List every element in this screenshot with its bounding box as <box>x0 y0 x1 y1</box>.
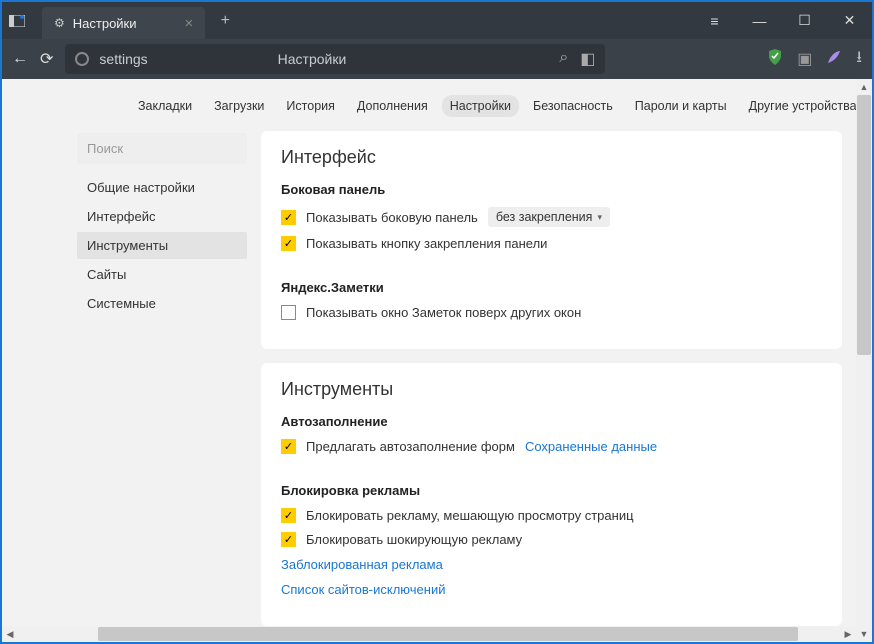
sidepanel-mode-dropdown[interactable]: без закрепления ▾ <box>488 207 610 227</box>
side-panel-label: Боковая панель <box>281 182 822 197</box>
scroll-left-button[interactable]: ◀ <box>2 626 18 642</box>
tab-security[interactable]: Безопасность <box>525 95 621 117</box>
checkbox-notes-ontop[interactable] <box>281 305 296 320</box>
window-maximize-button[interactable]: ☐ <box>782 2 827 39</box>
profile-icon[interactable]: ▣ <box>797 49 812 69</box>
autofill-label: Автозаполнение <box>281 414 822 429</box>
sidebar-item-sites[interactable]: Сайты <box>77 261 247 288</box>
opt-block-shocking: Блокировать шокирующую рекламу <box>306 532 522 547</box>
back-button[interactable]: ← <box>12 50 28 68</box>
opt-show-sidepanel: Показывать боковую панель <box>306 210 478 225</box>
gear-icon: ⚙ <box>54 16 65 30</box>
checkbox-block-ads[interactable]: ✓ <box>281 508 296 523</box>
tab-downloads[interactable]: Загрузки <box>206 95 272 117</box>
card-tools-title: Инструменты <box>281 379 822 400</box>
tab-title: Настройки <box>73 16 137 31</box>
scroll-right-button[interactable]: ▶ <box>840 626 856 642</box>
scroll-up-button[interactable]: ▲ <box>856 79 872 95</box>
new-tab-button[interactable]: + <box>210 12 240 30</box>
opt-show-pin-button: Показывать кнопку закрепления панели <box>306 236 547 251</box>
card-tools: Инструменты Автозаполнение ✓ Предлагать … <box>261 363 842 626</box>
chevron-down-icon: ▾ <box>597 212 602 223</box>
protection-icon[interactable] <box>767 48 783 71</box>
window-minimize-button[interactable]: — <box>737 2 782 39</box>
scroll-down-button[interactable]: ▼ <box>856 626 872 642</box>
settings-search-input[interactable]: Поиск <box>77 133 247 164</box>
browser-tab[interactable]: ⚙ Настройки × <box>42 7 205 39</box>
address-bar[interactable]: settings Настройки ⌕ ◧ <box>65 44 605 74</box>
card-interface-title: Интерфейс <box>281 147 822 168</box>
search-icon[interactable]: ⌕ <box>559 49 568 69</box>
url-text: settings <box>99 51 147 67</box>
sidebar-item-interface[interactable]: Интерфейс <box>77 203 247 230</box>
sidebar-item-tools[interactable]: Инструменты <box>77 232 247 259</box>
settings-tabs-nav: Закладки Загрузки История Дополнения Нас… <box>2 79 872 131</box>
tab-settings[interactable]: Настройки <box>442 95 519 117</box>
opt-notes-ontop: Показывать окно Заметок поверх других ок… <box>306 305 581 320</box>
horizontal-scrollbar[interactable]: ◀ ▶ <box>2 626 856 642</box>
tab-devices[interactable]: Другие устройства <box>741 95 865 117</box>
scroll-v-thumb[interactable] <box>857 95 871 355</box>
sidebar-item-general[interactable]: Общие настройки <box>77 174 247 201</box>
checkbox-autofill-forms[interactable]: ✓ <box>281 439 296 454</box>
page-title-in-bar: Настройки <box>278 51 347 67</box>
tab-passwords[interactable]: Пароли и карты <box>627 95 735 117</box>
dropdown-value: без закрепления <box>496 210 593 224</box>
vertical-scrollbar[interactable]: ▲ ▼ <box>856 79 872 642</box>
checkbox-block-shocking[interactable]: ✓ <box>281 532 296 547</box>
window-titlebar: ⚙ Настройки × + ≡ — ☐ ✕ <box>2 2 872 39</box>
app-menu-button[interactable]: ≡ <box>692 2 737 39</box>
link-blocked-ads[interactable]: Заблокированная реклама <box>281 557 443 572</box>
sidebar-item-system[interactable]: Системные <box>77 290 247 317</box>
checkbox-show-sidepanel[interactable]: ✓ <box>281 210 296 225</box>
reload-button[interactable]: ⟳ <box>40 49 53 69</box>
link-saved-data[interactable]: Сохраненные данные <box>525 439 657 454</box>
link-exclusion-sites[interactable]: Список сайтов-исключений <box>281 582 445 597</box>
tab-history[interactable]: История <box>278 95 342 117</box>
opt-block-ads: Блокировать рекламу, мешающую просмотру … <box>306 508 634 523</box>
notes-label: Яндекс.Заметки <box>281 280 822 295</box>
card-interface: Интерфейс Боковая панель ✓ Показывать бо… <box>261 131 842 349</box>
adblock-label: Блокировка рекламы <box>281 483 822 498</box>
address-bar-row: ← ⟳ settings Настройки ⌕ ◧ ▣ ⭳ <box>2 39 872 79</box>
settings-sidebar: Поиск Общие настройки Интерфейс Инструме… <box>77 131 247 640</box>
checkbox-show-pin-button[interactable]: ✓ <box>281 236 296 251</box>
tab-close-button[interactable]: × <box>185 15 194 32</box>
site-info-icon[interactable] <box>75 52 89 66</box>
window-close-button[interactable]: ✕ <box>827 2 872 39</box>
sidebar-toggle-icon[interactable] <box>2 15 32 27</box>
scroll-h-thumb[interactable] <box>98 627 798 641</box>
feather-icon[interactable] <box>826 49 842 70</box>
opt-autofill-forms: Предлагать автозаполнение форм <box>306 439 515 454</box>
tab-addons[interactable]: Дополнения <box>349 95 436 117</box>
downloads-icon[interactable]: ⭳ <box>856 46 862 73</box>
tab-bookmarks[interactable]: Закладки <box>130 95 200 117</box>
bookmark-icon[interactable]: ◧ <box>580 49 595 69</box>
